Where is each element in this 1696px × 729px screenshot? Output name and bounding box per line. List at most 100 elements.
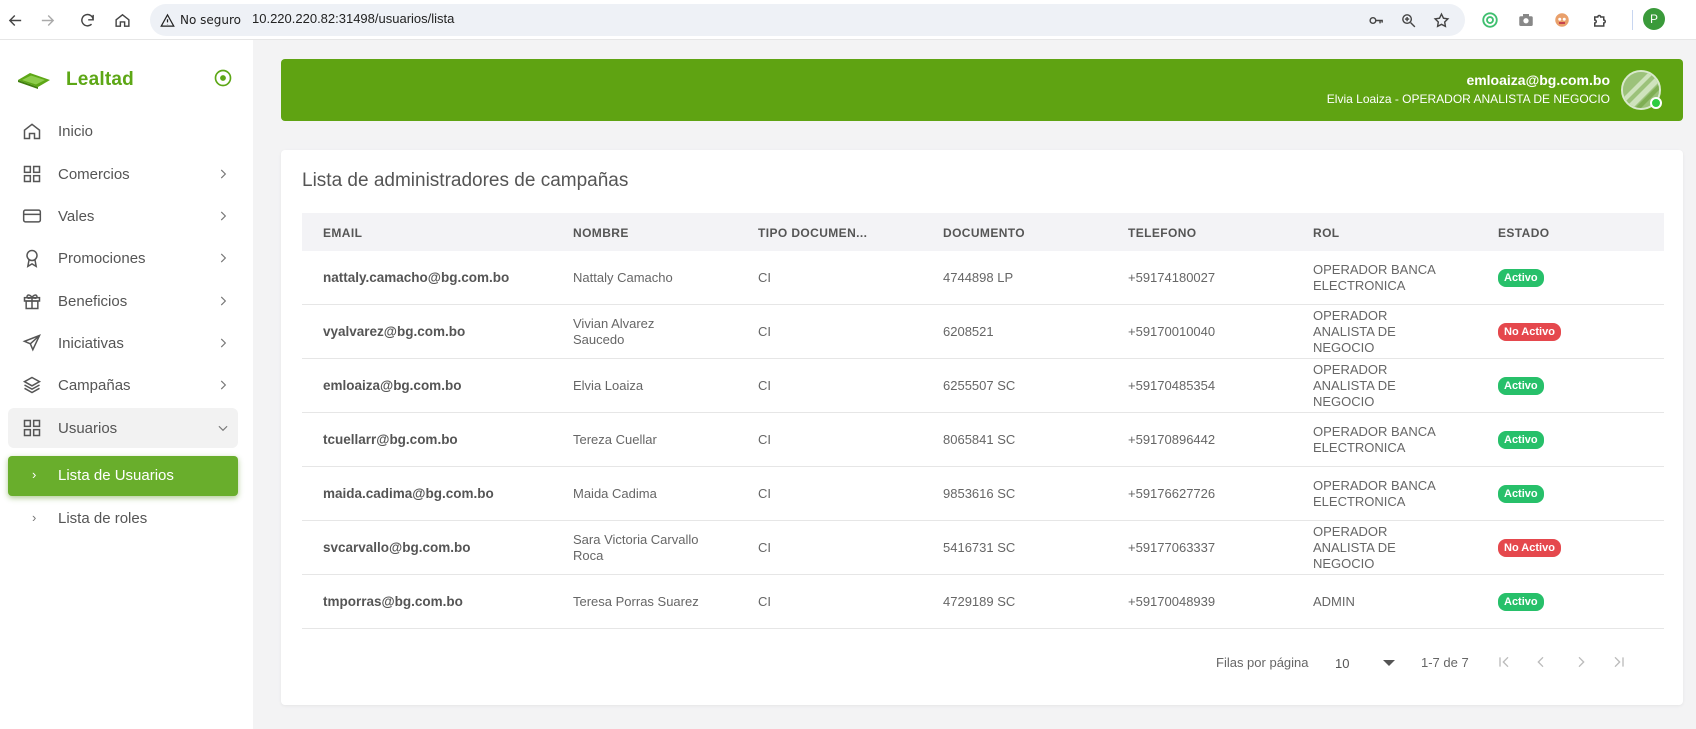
sidebar-item-beneficios[interactable]: Beneficios <box>8 281 238 321</box>
sidebar-item-label: Usuarios <box>58 419 118 437</box>
column-header-nombre[interactable]: NOMBRE <box>573 226 629 240</box>
caret-down-icon <box>1383 660 1395 666</box>
rows-per-page-select[interactable]: 10 <box>1333 651 1399 675</box>
extension-target-icon[interactable] <box>1478 8 1502 32</box>
header-banner: emloaiza@bg.com.bo Elvia Loaiza - OPERAD… <box>281 59 1683 121</box>
column-header-tipo-documento[interactable]: TIPO DOCUMEN... <box>758 226 867 240</box>
cell-tipo-documento: CI <box>758 540 771 555</box>
sidebar-subitem-lista-de-roles[interactable]: › Lista de roles <box>8 499 238 539</box>
chevron-right-icon <box>216 378 230 392</box>
sidebar-item-usuarios[interactable]: Usuarios <box>8 408 238 448</box>
sidebar-item-inicio[interactable]: Inicio <box>8 111 238 151</box>
cell-nombre-line: Tereza Cuellar <box>573 432 657 447</box>
chevron-right-icon: › <box>32 510 37 525</box>
cell-tipo-documento: CI <box>758 486 771 501</box>
cell-telefono: +59177063337 <box>1128 540 1216 555</box>
zoom-icon[interactable] <box>1396 8 1420 32</box>
sidebar-item-label: Promociones <box>58 249 146 267</box>
cell-rol-line: ELECTRONICA <box>1313 494 1406 509</box>
cell-nombre-line: Elvia Loaiza <box>573 378 644 393</box>
puzzle-icon[interactable] <box>1588 8 1612 32</box>
first-page-icon[interactable] <box>1492 650 1516 674</box>
cell-nombre-line: Vivian Alvarez <box>573 316 655 331</box>
cell-telefono: +59170048939 <box>1128 594 1216 609</box>
column-header-rol[interactable]: ROL <box>1313 226 1340 240</box>
chevron-right-icon <box>216 294 230 308</box>
cell-email: emloaiza@bg.com.bo <box>323 378 462 393</box>
brand[interactable]: Lealtad <box>16 65 134 95</box>
cell-rol: OPERADOR ANALISTA DE NEGOCIO <box>1313 524 1463 572</box>
cell-nombre: Vivian Alvarez Saucedo <box>573 316 723 348</box>
status-badge: Activo <box>1498 593 1544 611</box>
sidebar-item-comercios[interactable]: Comercios <box>8 154 238 194</box>
cell-tipo-documento: CI <box>758 270 771 285</box>
previous-page-icon[interactable] <box>1529 650 1553 674</box>
cell-rol-line: ANALISTA DE <box>1313 324 1396 339</box>
reload-icon[interactable] <box>74 7 100 33</box>
table-row[interactable]: maida.cadima@bg.com.bo Maida Cadima CI 9853… <box>302 467 1664 521</box>
cell-documento: 9853616 SC <box>943 486 1016 501</box>
column-header-estado[interactable]: ESTADO <box>1498 226 1550 240</box>
brand-name: Lealtad <box>66 69 134 90</box>
cell-documento: 6255507 SC <box>943 378 1016 393</box>
cell-tipo-documento: CI <box>758 378 771 393</box>
table-row[interactable]: svcarvallo@bg.com.bo Sara Victoria Carval… <box>302 521 1664 575</box>
card-icon <box>22 206 42 226</box>
table-row[interactable]: emloaiza@bg.com.bo Elvia Loaiza CI 6255507 … <box>302 359 1664 413</box>
cell-rol-line: OPERADOR BANCA <box>1313 262 1436 277</box>
home-icon[interactable] <box>109 7 135 33</box>
bookmark-star-icon[interactable] <box>1429 8 1453 32</box>
next-page-icon[interactable] <box>1569 650 1593 674</box>
cell-nombre-line: Nattaly Camacho <box>573 270 673 285</box>
grid-icon <box>22 164 42 184</box>
url-text[interactable]: 10.220.220.82:31498/usuarios/lista <box>252 11 454 26</box>
browser-toolbar: No seguro 10.220.220.82:31498/usuarios/l… <box>0 0 1696 40</box>
sidebar-item-promociones[interactable]: Promociones <box>8 238 238 278</box>
cell-nombre-line: Teresa Porras Suarez <box>573 594 699 609</box>
online-status-dot <box>1650 97 1662 109</box>
forward-arrow-icon[interactable] <box>34 7 60 33</box>
cell-rol: OPERADOR BANCA ELECTRONICA <box>1313 424 1463 456</box>
profile-avatar[interactable]: P <box>1643 8 1665 30</box>
users-card: Lista de administradores de campañas EMA… <box>281 150 1683 705</box>
cell-rol-line: OPERADOR <box>1313 308 1388 323</box>
sidebar-item-vales[interactable]: Vales <box>8 196 238 236</box>
column-header-telefono[interactable]: TELEFONO <box>1128 226 1197 240</box>
cell-rol: OPERADOR ANALISTA DE NEGOCIO <box>1313 308 1463 356</box>
send-icon <box>22 333 42 353</box>
table-row[interactable]: tmporras@bg.com.bo Teresa Porras Suarez CI… <box>302 575 1664 629</box>
column-header-email[interactable]: EMAIL <box>323 226 362 240</box>
cell-rol-line: OPERADOR BANCA <box>1313 478 1436 493</box>
cell-rol-line: NEGOCIO <box>1313 394 1375 409</box>
table-row[interactable]: nattaly.camacho@bg.com.bo Nattaly Camacho… <box>302 251 1664 305</box>
sidebar-item-iniciativas[interactable]: Iniciativas <box>8 323 238 363</box>
cell-nombre: Nattaly Camacho <box>573 270 723 286</box>
cell-tipo-documento: CI <box>758 324 771 339</box>
not-secure-chip[interactable]: No seguro <box>156 8 250 32</box>
back-arrow-icon[interactable] <box>2 7 28 33</box>
award-icon <box>22 248 42 268</box>
cell-documento: 8065841 SC <box>943 432 1016 447</box>
cell-telefono: +59170010040 <box>1128 324 1216 339</box>
cell-nombre-line: Saucedo <box>573 332 625 347</box>
cell-documento: 5416731 SC <box>943 540 1016 555</box>
key-icon[interactable] <box>1364 8 1388 32</box>
sidebar-item-campanas[interactable]: Campañas <box>8 365 238 405</box>
sidebar-toggle-icon[interactable] <box>212 67 234 89</box>
toolbar-separator <box>1632 10 1633 30</box>
extension-face-icon[interactable] <box>1550 8 1574 32</box>
sidebar: Lealtad Inicio Comercios Vales Promocion… <box>0 40 253 729</box>
rows-per-page-value: 10 <box>1335 656 1350 671</box>
cell-nombre-line: Roca <box>573 548 604 563</box>
cell-email: tmporras@bg.com.bo <box>323 594 463 609</box>
status-badge: No Activo <box>1498 323 1561 341</box>
column-header-documento[interactable]: DOCUMENTO <box>943 226 1025 240</box>
camera-icon[interactable] <box>1514 8 1538 32</box>
status-badge: Activo <box>1498 431 1544 449</box>
sidebar-item-label: Campañas <box>58 376 131 394</box>
last-page-icon[interactable] <box>1607 650 1631 674</box>
table-row[interactable]: vyalvarez@bg.com.bo Vivian Alvarez Saucedo… <box>302 305 1664 359</box>
sidebar-subitem-label: Lista de Usuarios <box>58 467 174 484</box>
table-row[interactable]: tcuellarr@bg.com.bo Tereza Cuellar CI 80658… <box>302 413 1664 467</box>
sidebar-subitem-lista-de-usuarios[interactable]: › Lista de Usuarios <box>8 456 238 496</box>
